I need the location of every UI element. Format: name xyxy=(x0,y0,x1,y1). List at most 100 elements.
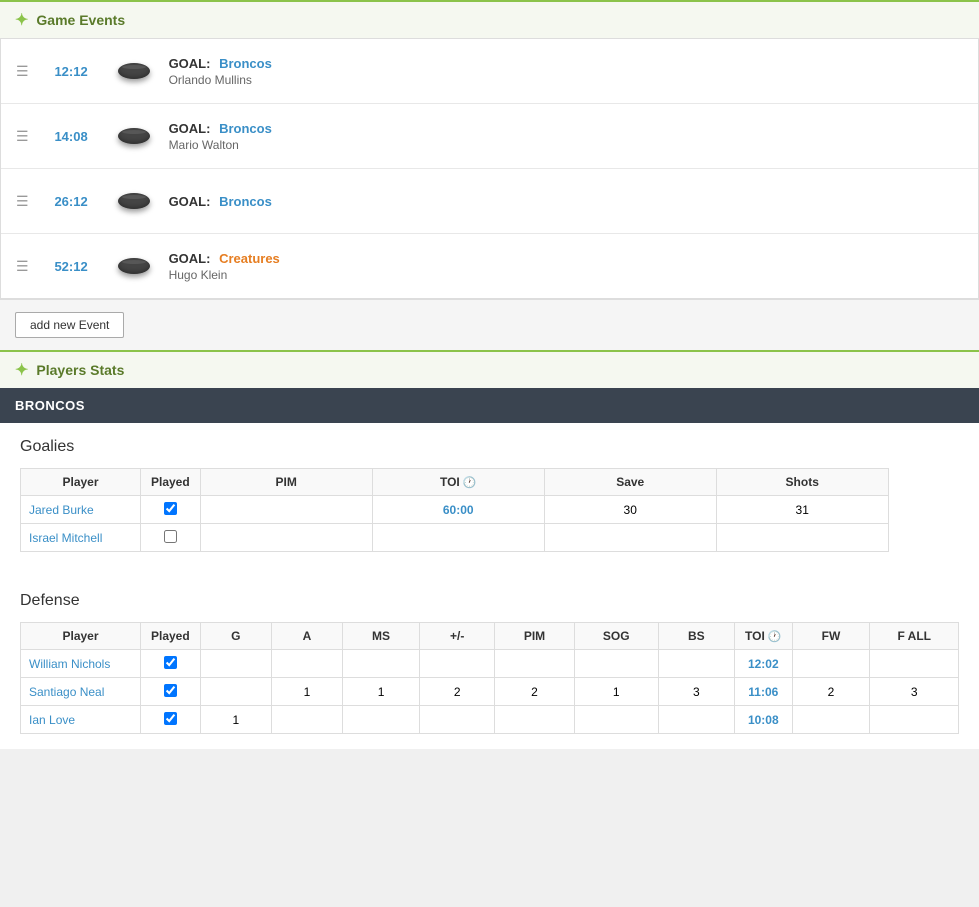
ms-input[interactable] xyxy=(351,657,411,671)
g-cell[interactable] xyxy=(200,678,271,706)
players-stats-title: Players Stats xyxy=(36,362,124,378)
g-input[interactable] xyxy=(209,657,263,671)
a-input[interactable] xyxy=(280,685,334,699)
played-cell[interactable] xyxy=(141,678,201,706)
shots-cell[interactable] xyxy=(716,496,888,524)
plus_minus-cell[interactable] xyxy=(420,678,495,706)
played-checkbox[interactable] xyxy=(164,684,177,697)
f_all-input[interactable] xyxy=(878,657,950,671)
defense-table: PlayerPlayedGAMS+/-PIMSOGBSTOI 🕐FWF ALL … xyxy=(20,622,959,734)
fw-cell[interactable] xyxy=(792,706,870,734)
bs-input[interactable] xyxy=(667,657,727,671)
pim-cell[interactable] xyxy=(495,706,575,734)
a-cell[interactable] xyxy=(272,706,343,734)
a-cell[interactable] xyxy=(272,678,343,706)
fw-cell[interactable] xyxy=(792,650,870,678)
fw-input[interactable] xyxy=(801,713,862,727)
ms-input[interactable] xyxy=(351,713,411,727)
save-input[interactable] xyxy=(553,531,708,545)
player-name-cell: William Nichols xyxy=(21,650,141,678)
bs-cell[interactable] xyxy=(658,678,735,706)
sog-input[interactable] xyxy=(583,657,650,671)
bs-input[interactable] xyxy=(667,713,727,727)
played-checkbox[interactable] xyxy=(164,502,177,515)
shots-cell[interactable] xyxy=(716,524,888,552)
event-player: Orlando Mullins xyxy=(169,73,963,87)
plus_minus-input[interactable] xyxy=(428,713,486,727)
f_all-cell[interactable] xyxy=(870,650,959,678)
shots-input[interactable] xyxy=(725,503,880,517)
a-cell[interactable] xyxy=(272,650,343,678)
f_all-cell[interactable] xyxy=(870,706,959,734)
ms-cell[interactable] xyxy=(342,678,419,706)
save-cell[interactable] xyxy=(544,524,716,552)
event-menu-icon[interactable]: ☰ xyxy=(16,128,29,145)
toi-input[interactable] xyxy=(381,531,536,545)
pim-cell[interactable] xyxy=(200,524,372,552)
pim-input[interactable] xyxy=(503,657,566,671)
ms-cell[interactable] xyxy=(342,650,419,678)
fw-input[interactable] xyxy=(801,685,862,699)
a-input[interactable] xyxy=(280,713,334,727)
defense-col-header: MS xyxy=(342,623,419,650)
played-checkbox[interactable] xyxy=(164,712,177,725)
played-cell[interactable] xyxy=(141,650,201,678)
puck-icon xyxy=(114,116,154,156)
played-checkbox[interactable] xyxy=(164,530,177,543)
shots-input[interactable] xyxy=(725,531,880,545)
goalies-col-header: Save xyxy=(544,469,716,496)
f_all-input[interactable] xyxy=(878,713,950,727)
fw-cell[interactable] xyxy=(792,678,870,706)
pim-input[interactable] xyxy=(503,685,566,699)
plus_minus-cell[interactable] xyxy=(420,706,495,734)
f_all-cell[interactable] xyxy=(870,678,959,706)
event-menu-icon[interactable]: ☰ xyxy=(16,258,29,275)
pim-cell[interactable] xyxy=(495,650,575,678)
bs-input[interactable] xyxy=(667,685,727,699)
sog-input[interactable] xyxy=(583,685,650,699)
event-row: ☰ 12:12 GOAL: Broncos Orlando Mullins xyxy=(1,39,978,104)
add-event-button[interactable]: add new Event xyxy=(15,312,124,338)
save-input[interactable] xyxy=(553,503,708,517)
goalie-row: Israel Mitchell xyxy=(21,524,889,552)
sog-cell[interactable] xyxy=(574,706,658,734)
sog-cell[interactable] xyxy=(574,650,658,678)
g-cell[interactable] xyxy=(200,706,271,734)
played-cell[interactable] xyxy=(141,524,201,552)
sog-input[interactable] xyxy=(583,713,650,727)
played-checkbox[interactable] xyxy=(164,656,177,669)
f_all-input[interactable] xyxy=(878,685,950,699)
pim-cell[interactable] xyxy=(200,496,372,524)
save-cell[interactable] xyxy=(544,496,716,524)
g-input[interactable] xyxy=(209,685,263,699)
toi-cell[interactable] xyxy=(372,524,544,552)
plus_minus-input[interactable] xyxy=(428,657,486,671)
bs-cell[interactable] xyxy=(658,650,735,678)
event-menu-icon[interactable]: ☰ xyxy=(16,193,29,210)
g-input[interactable] xyxy=(209,713,263,727)
played-cell[interactable] xyxy=(141,706,201,734)
event-menu-icon[interactable]: ☰ xyxy=(16,63,29,80)
bs-cell[interactable] xyxy=(658,706,735,734)
pim-input[interactable] xyxy=(209,531,364,545)
toi-clock-icon: 🕐 xyxy=(768,630,782,643)
defense-col-header: SOG xyxy=(574,623,658,650)
fw-input[interactable] xyxy=(801,657,862,671)
stats-container: BRONCOS Goalies PlayerPlayedPIMTOI 🕐Save… xyxy=(0,388,979,749)
pim-input[interactable] xyxy=(503,713,566,727)
pim-input[interactable] xyxy=(209,503,364,517)
defense-col-header: +/- xyxy=(420,623,495,650)
plus_minus-input[interactable] xyxy=(428,685,486,699)
g-cell[interactable] xyxy=(200,650,271,678)
plus_minus-cell[interactable] xyxy=(420,650,495,678)
ms-input[interactable] xyxy=(351,685,411,699)
played-cell[interactable] xyxy=(141,496,201,524)
sog-cell[interactable] xyxy=(574,678,658,706)
ms-cell[interactable] xyxy=(342,706,419,734)
toi-clock-icon: 🕐 xyxy=(463,476,477,489)
event-time: 14:08 xyxy=(44,129,99,144)
pim-cell[interactable] xyxy=(495,678,575,706)
defense-row: William Nichols12:02 xyxy=(21,650,959,678)
a-input[interactable] xyxy=(280,657,334,671)
defense-col-header: G xyxy=(200,623,271,650)
